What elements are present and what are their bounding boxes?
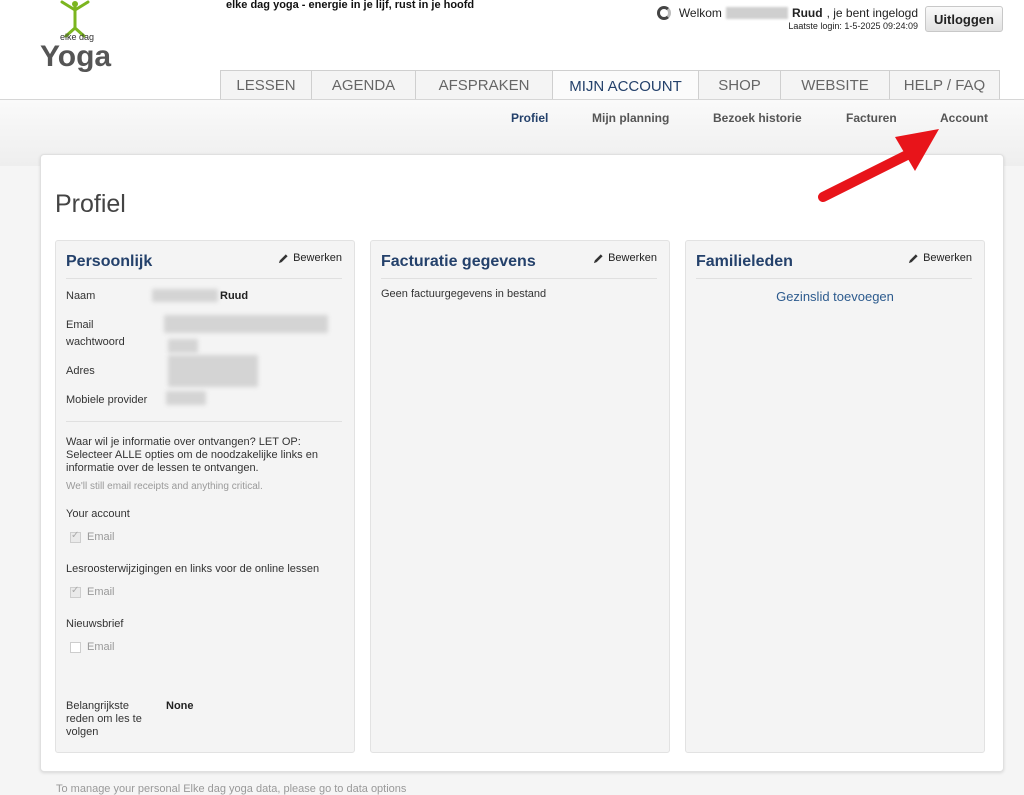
edit-label: Bewerken (293, 252, 342, 264)
logo-big-text: Yoga (40, 40, 111, 72)
yoga-logo[interactable]: elke dag Yoga (38, 0, 112, 72)
family-edit-button[interactable]: Bewerken (908, 252, 972, 264)
subnav-account[interactable]: Account (940, 111, 988, 125)
tab-lessen[interactable]: LESSEN (220, 70, 312, 100)
edit-label: Bewerken (923, 252, 972, 264)
info-question: Waar wil je informatie over ontvangen? L… (66, 436, 318, 474)
pencil-icon (908, 253, 918, 263)
divider (66, 421, 342, 422)
reason-label: Belangrijkste reden om les te volgen (66, 700, 142, 738)
tab-agenda[interactable]: AGENDA (311, 70, 416, 100)
tab-shop[interactable]: SHOP (698, 70, 781, 100)
family-title: Familieleden (696, 253, 793, 270)
nieuwsbrief-email-checkbox[interactable]: Email (70, 641, 115, 653)
loading-spinner-icon (656, 6, 671, 20)
checkbox-label: Email (87, 641, 115, 653)
redacted-password (168, 339, 198, 353)
password-label: wachtwoord (66, 336, 125, 348)
page-title: Profiel (55, 190, 126, 218)
subnav-facturen[interactable]: Facturen (846, 111, 897, 125)
redacted-first-name (152, 289, 218, 302)
section-nieuwsbrief: Nieuwsbrief (66, 618, 124, 630)
billing-edit-button[interactable]: Bewerken (593, 252, 657, 264)
welcome-prefix: Welkom (678, 6, 722, 20)
billing-empty-text: Geen factuurgegevens in bestand (381, 288, 547, 300)
name-value: Ruud (220, 290, 249, 302)
main-tabs: LESSEN AGENDA AFSPRAKEN MIJN ACCOUNT SHO… (220, 70, 1000, 101)
divider (696, 278, 972, 279)
red-arrow-annotation (818, 129, 939, 202)
lesrooster-email-checkbox[interactable]: Email (70, 585, 115, 598)
redacted-provider (166, 391, 206, 405)
address-label: Adres (66, 365, 95, 377)
tagline: elke dag yoga - energie in je lijf, rust… (226, 0, 475, 11)
user-name: Ruud (791, 6, 823, 20)
add-family-member-link[interactable]: Gezinslid toevoegen (686, 289, 984, 304)
section-your-account: Your account (66, 508, 130, 520)
subnav-profiel[interactable]: Profiel (511, 111, 548, 125)
header: elke dag Yoga elke dag yoga - energie in… (0, 0, 1024, 101)
personal-panel: Persoonlijk Bewerken Naam Ruud Email wac… (55, 240, 355, 753)
personal-edit-button[interactable]: Bewerken (278, 252, 342, 264)
checkbox-checked[interactable] (70, 585, 81, 598)
provider-label: Mobiele provider (66, 394, 148, 406)
checkbox-checked[interactable] (70, 530, 81, 543)
pencil-icon (278, 253, 288, 263)
tab-help-faq[interactable]: HELP / FAQ (889, 70, 1000, 100)
subnav-bezoek-historie[interactable]: Bezoek historie (713, 111, 802, 125)
section-lesrooster: Lesroosterwijzigingen en links voor de o… (66, 563, 320, 575)
edit-label: Bewerken (608, 252, 657, 264)
reason-value: None (166, 700, 194, 712)
family-panel: Familieleden Bewerken Gezinslid toevoege… (685, 240, 985, 753)
logged-in-text: , je bent ingelogd (826, 6, 918, 20)
tab-website[interactable]: WEBSITE (780, 70, 890, 100)
billing-panel: Facturatie gegevens Bewerken Geen factuu… (370, 240, 670, 753)
checkbox-label: Email (87, 586, 115, 598)
redacted-name (725, 7, 788, 19)
your-account-email-checkbox[interactable]: Email (70, 530, 115, 543)
subnav-mijn-planning[interactable]: Mijn planning (592, 111, 669, 125)
name-label: Naam (66, 290, 96, 302)
redacted-email (164, 315, 328, 333)
logout-button[interactable]: Uitloggen (925, 6, 1003, 32)
footer-note[interactable]: To manage your personal Elke dag yoga da… (56, 783, 406, 795)
tab-afspraken[interactable]: AFSPRAKEN (415, 70, 553, 100)
pencil-icon (593, 253, 603, 263)
personal-title: Persoonlijk (66, 253, 153, 270)
checkbox-label: Email (87, 531, 115, 543)
info-note: We'll still email receipts and anything … (66, 481, 263, 492)
divider (66, 278, 342, 279)
checkbox-unchecked[interactable] (70, 641, 81, 653)
divider (381, 278, 657, 279)
tab-mijn-account[interactable]: MIJN ACCOUNT (552, 70, 699, 101)
email-label: Email (66, 319, 94, 331)
last-login: Laatste login: 1-5-2025 09:24:09 (788, 21, 918, 31)
billing-title: Facturatie gegevens (381, 253, 536, 270)
welcome-block: Welkom Ruud, je bent ingelogd Laatste lo… (656, 6, 918, 31)
redacted-address (168, 355, 258, 387)
